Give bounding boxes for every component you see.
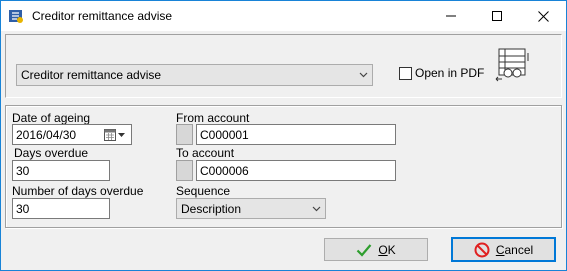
title-bar: Creditor remittance advise bbox=[1, 1, 566, 31]
maximize-icon bbox=[492, 11, 502, 21]
to-account-value: C000006 bbox=[200, 164, 249, 178]
ok-button[interactable]: OK bbox=[324, 238, 428, 261]
from-account-label: From account bbox=[176, 111, 250, 125]
number-of-days-overdue-label: Number of days overdue bbox=[12, 184, 144, 198]
cancel-button[interactable]: Cancel bbox=[451, 237, 556, 262]
days-overdue-label: Days overdue bbox=[14, 146, 89, 160]
from-account-lookup-button[interactable] bbox=[176, 124, 193, 145]
to-account-lookup-button[interactable] bbox=[176, 160, 193, 181]
window-title: Creditor remittance advise bbox=[32, 9, 173, 23]
to-account-field[interactable]: C000006 bbox=[196, 160, 396, 181]
cancel-icon bbox=[474, 242, 490, 257]
app-icon bbox=[9, 10, 23, 23]
maximize-button[interactable] bbox=[474, 1, 520, 31]
minimize-icon bbox=[446, 15, 456, 17]
sequence-label: Sequence bbox=[176, 184, 231, 198]
report-selection-panel: Creditor remittance advise Open in PDF bbox=[5, 34, 562, 98]
checkmark-icon bbox=[357, 243, 372, 257]
date-of-ageing-value: 2016/04/30 bbox=[16, 128, 77, 142]
sequence-select[interactable]: Description bbox=[176, 198, 326, 219]
sequence-value: Description bbox=[181, 202, 242, 216]
days-overdue-value: 30 bbox=[16, 164, 30, 178]
date-of-ageing-label: Date of ageing bbox=[12, 111, 91, 125]
close-icon bbox=[537, 10, 549, 22]
minimize-button[interactable] bbox=[428, 1, 474, 31]
parameters-panel: Date of ageing 2016/04/30 Days overdue 3… bbox=[5, 105, 562, 228]
number-of-days-overdue-field[interactable]: 30 bbox=[12, 198, 110, 219]
from-account-field[interactable]: C000001 bbox=[196, 124, 396, 145]
open-in-pdf-label: Open in PDF bbox=[415, 66, 485, 80]
number-of-days-overdue-value: 30 bbox=[16, 202, 30, 216]
report-select[interactable]: Creditor remittance advise bbox=[16, 64, 373, 86]
creditor-remittance-window: Creditor remittance advise Creditor remi… bbox=[0, 0, 567, 271]
close-button[interactable] bbox=[520, 1, 566, 31]
chevron-down-icon bbox=[312, 206, 321, 212]
open-in-pdf-checkbox[interactable] bbox=[399, 67, 412, 80]
cancel-button-label: Cancel bbox=[495, 242, 534, 257]
date-of-ageing-field[interactable]: 2016/04/30 bbox=[12, 124, 132, 145]
ok-button-label: OK bbox=[378, 242, 396, 257]
from-account-value: C000001 bbox=[200, 128, 249, 142]
calendar-dropdown-icon[interactable] bbox=[104, 129, 126, 141]
print-preview-icon[interactable] bbox=[495, 47, 531, 83]
days-overdue-field[interactable]: 30 bbox=[12, 160, 110, 181]
report-select-value: Creditor remittance advise bbox=[21, 68, 162, 82]
chevron-down-icon bbox=[359, 72, 368, 78]
to-account-label: To account bbox=[176, 146, 235, 160]
